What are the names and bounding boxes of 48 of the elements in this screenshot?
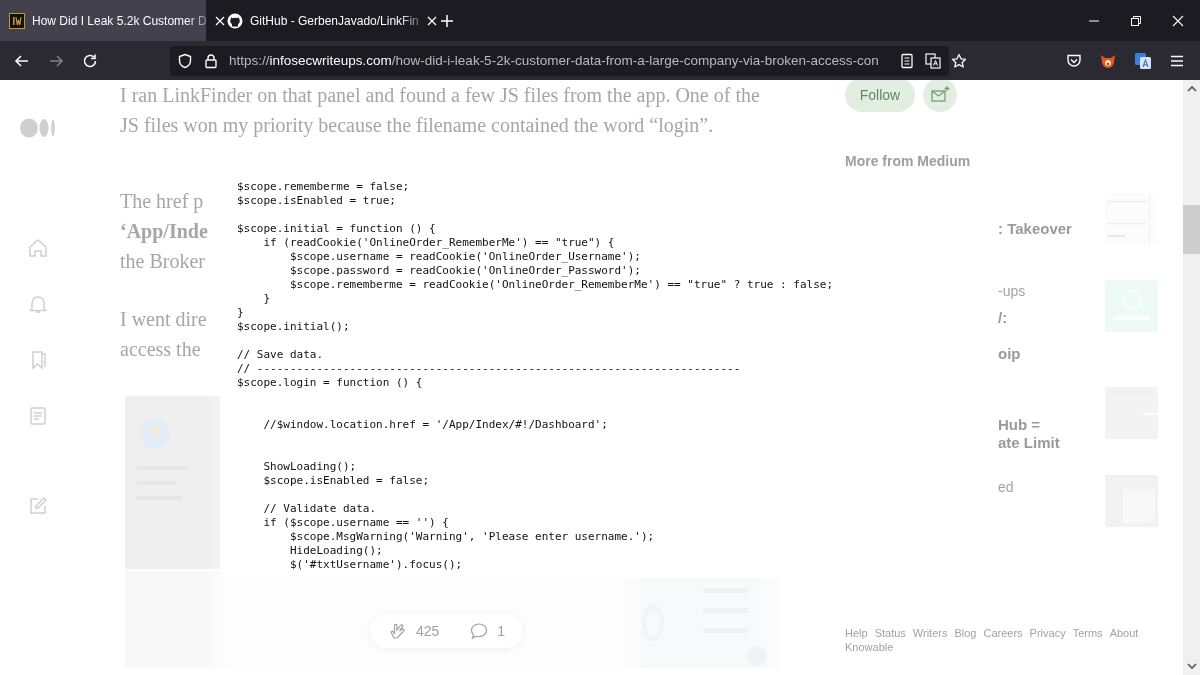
scrollbar-thumb[interactable] bbox=[1183, 205, 1200, 254]
star-icon[interactable] bbox=[950, 52, 967, 69]
article-paragraph: I ran LinkFinder on that panel and found a few JS files from the app. One of the JS files won my priority because the filename contained the word “login”. bbox=[120, 83, 761, 139]
follow-button[interactable]: Follow bbox=[845, 80, 915, 112]
paragraph-fragment: I went dire bbox=[120, 307, 207, 332]
comment-icon[interactable] bbox=[469, 621, 490, 641]
scrollbar[interactable] bbox=[1183, 80, 1200, 675]
footer-link[interactable]: Careers bbox=[983, 627, 1023, 639]
footer-link[interactable]: About bbox=[1109, 627, 1139, 639]
story-fragment[interactable]: : Takeover bbox=[998, 220, 1072, 238]
restore-icon[interactable] bbox=[1130, 14, 1142, 27]
translate-icon[interactable] bbox=[924, 52, 941, 69]
story-fragment[interactable]: -ups bbox=[998, 282, 1026, 300]
mail-icon bbox=[930, 85, 950, 105]
shield-icon[interactable] bbox=[177, 52, 193, 69]
story-fragment[interactable]: ate Limit bbox=[998, 434, 1060, 452]
footer-link[interactable]: Knowable bbox=[845, 641, 894, 653]
paragraph-fragment: ‘App/Inde bbox=[120, 219, 208, 245]
paragraph-fragment: access the bbox=[120, 337, 201, 362]
story-fragment[interactable]: oip bbox=[998, 345, 1021, 363]
site-icon bbox=[9, 12, 25, 29]
browser-tab[interactable]: GitHub - GerbenJavado/LinkFin bbox=[210, 0, 418, 41]
pocket-icon[interactable] bbox=[1066, 52, 1082, 69]
paragraph-fragment: The href p bbox=[120, 189, 204, 215]
close-icon[interactable] bbox=[425, 14, 438, 27]
lock-icon[interactable] bbox=[203, 52, 219, 69]
code-text: $scope.rememberme = false; $scope.isEnabled = true; $scope.initial = function () { if (readCookie('OnlineOrder_RememberMe') == "true") { $scope.username = readCookie('OnlineOrder_Username'); $scope.password = readCookie('OnlineOrder_Password'); $scope.rememberme = readCookie('OnlineOrder_RememberMe') == "true" ? true : false; } } $scope.initial(); // Save data. // ------------------------------------------------------------------------- $scope.login = function () { //$window.location.href = '/App/Index/#!/Dashboard'; ShowLoading(); $scope.isEnabled = false; // Validate data. if ($scope.username == '') { $scope.MsgWarning('Warning', 'Please enter username.'); HideLoading(); $('#txtUsername').focus(); bbox=[237, 180, 834, 572]
section-heading: More from Medium bbox=[845, 153, 972, 169]
clap-count: 425 bbox=[416, 623, 440, 639]
paragraph-fragment: the Broker bbox=[120, 249, 205, 274]
close-icon[interactable] bbox=[213, 14, 226, 27]
site-icon bbox=[227, 12, 243, 29]
story-fragment[interactable]: ed bbox=[998, 478, 1014, 496]
reader-icon[interactable] bbox=[898, 52, 915, 69]
footer-link[interactable]: Writers bbox=[912, 627, 948, 639]
url-text: https://infosecwriteups.com/how-did-i-leak-5-2k-customer-data-from-a-large-company-via-broken-access-con bbox=[229, 53, 879, 68]
footer-link[interactable]: Help bbox=[845, 627, 868, 639]
footer-link[interactable]: Blog bbox=[954, 627, 977, 639]
translate-icon[interactable] bbox=[1134, 51, 1152, 70]
footer-link[interactable]: Status bbox=[874, 627, 906, 639]
footer-link[interactable]: Terms bbox=[1072, 627, 1103, 639]
plus-icon bbox=[440, 13, 454, 28]
response-count: 1 bbox=[497, 623, 506, 639]
clap-icon[interactable] bbox=[388, 621, 408, 641]
story-fragment[interactable]: /: bbox=[998, 309, 1008, 327]
footer-link[interactable]: Privacy bbox=[1029, 627, 1066, 639]
story-fragment[interactable]: Hub = bbox=[998, 416, 1041, 434]
close-icon[interactable] bbox=[1172, 14, 1184, 27]
